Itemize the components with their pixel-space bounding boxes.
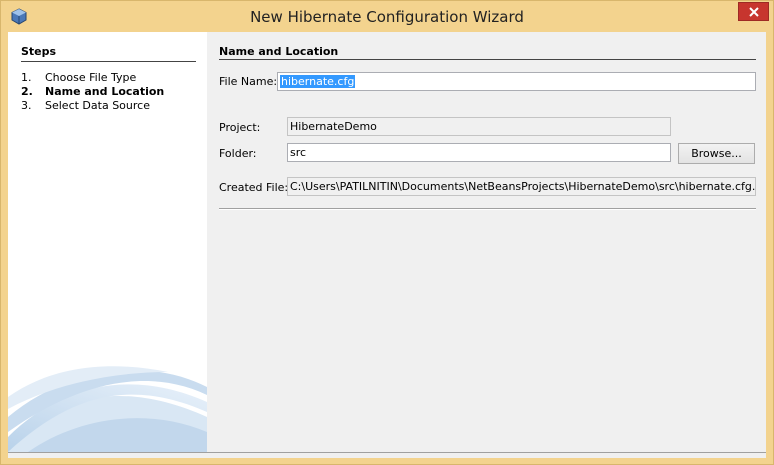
button-bar [8, 452, 766, 458]
project-label: Project: [219, 121, 261, 134]
title-bar[interactable]: New Hibernate Configuration Wizard [1, 1, 773, 32]
step-number: 3. [21, 99, 32, 112]
steps-heading: Steps [21, 45, 196, 62]
step-number: 1. [21, 71, 32, 84]
main-panel: Name and Location File Name: hibernate.c… [207, 32, 766, 452]
steps-list: 1. Choose File Type 2. Name and Location 3… [21, 71, 164, 113]
folder-input[interactable]: src [287, 143, 671, 162]
close-icon [749, 7, 759, 17]
step-label: Select Data Source [45, 99, 150, 112]
step-item: 3. Select Data Source [21, 99, 164, 113]
steps-panel: Steps 1. Choose File Type 2. Name and Loca… [8, 32, 207, 452]
step-label: Choose File Type [45, 71, 137, 84]
folder-label: Folder: [219, 147, 257, 160]
created-file-label: Created File: [219, 181, 289, 194]
wizard-watermark-graphic [8, 366, 207, 452]
wizard-window: New Hibernate Configuration Wizard Steps… [0, 0, 774, 465]
step-label: Name and Location [45, 85, 165, 98]
window-title: New Hibernate Configuration Wizard [250, 8, 524, 26]
browse-button[interactable]: Browse... [678, 143, 755, 164]
step-number: 2. [21, 85, 33, 98]
file-name-input[interactable]: hibernate.cfg [277, 72, 756, 91]
project-field: HibernateDemo [287, 117, 671, 136]
created-file-field: C:\Users\PATILNITIN\Documents\NetBeansPr… [287, 177, 756, 196]
separator [219, 208, 756, 210]
section-heading: Name and Location [219, 45, 756, 60]
file-name-value: hibernate.cfg [280, 75, 356, 88]
step-item: 1. Choose File Type [21, 71, 164, 85]
step-item-current: 2. Name and Location [21, 85, 164, 99]
file-name-label: File Name: [219, 75, 278, 88]
close-button[interactable] [738, 2, 769, 21]
dialog-content: Steps 1. Choose File Type 2. Name and Loca… [8, 32, 766, 458]
